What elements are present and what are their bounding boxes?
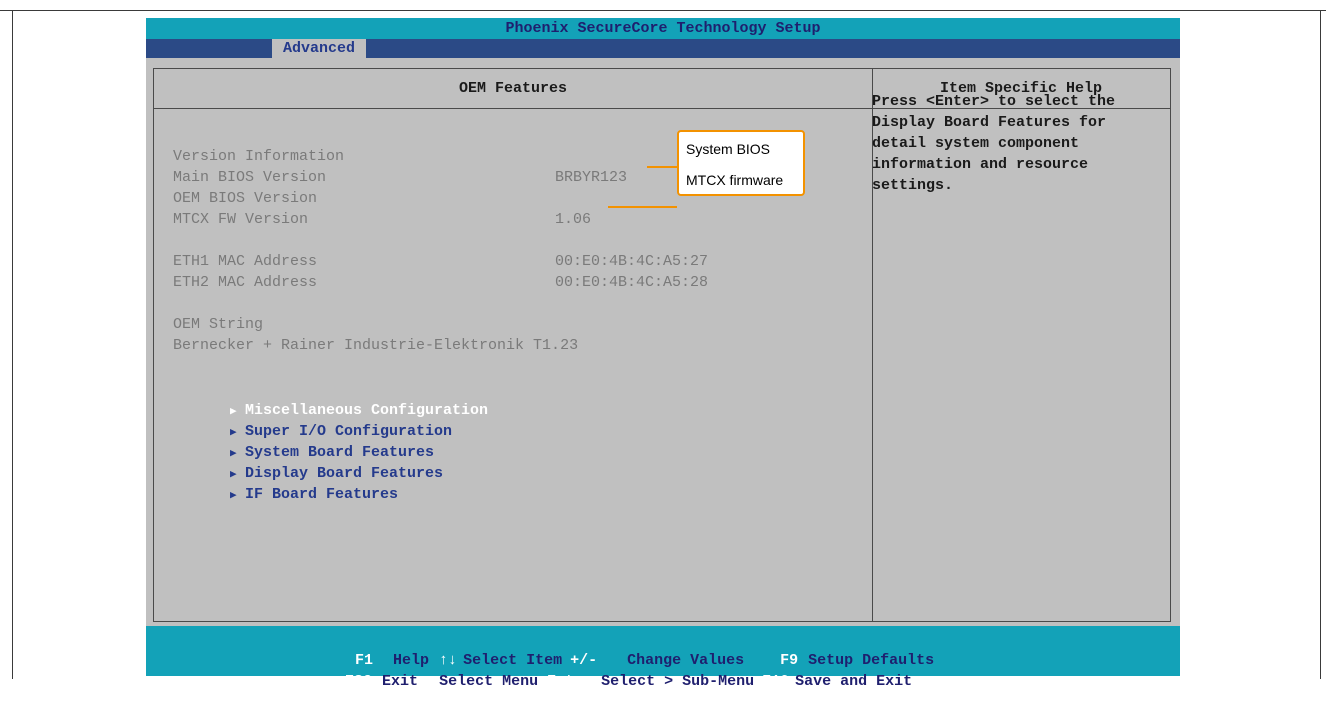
bios-setup-screen: Phoenix SecureCore Technology Setup Adva… xyxy=(146,18,1180,690)
footer-row-2: ESC Exit ↔ Select Menu Enter Select > Sub-Men… xyxy=(146,650,1325,713)
key-arrows-leftright: ↔ xyxy=(426,673,436,690)
version-information-label: Version Information xyxy=(173,148,345,165)
main-bios-version-value: BRBYR123 xyxy=(555,169,628,186)
submenu-if-board-features[interactable]: ▶ IF Board Features xyxy=(158,463,398,528)
key-esc: ESC xyxy=(345,673,373,690)
eth1-mac-label: ETH1 MAC Address xyxy=(173,253,318,270)
eth1-mac-value: 00:E0:4B:4C:A5:27 xyxy=(555,253,709,270)
setup-title: Phoenix SecureCore Technology Setup xyxy=(146,18,1180,39)
page-border-right xyxy=(1320,10,1321,679)
key-f10-desc: Save and Exit xyxy=(795,673,913,690)
mtcx-fw-version-value: 1.06 xyxy=(555,211,592,228)
callout-mtcx-firmware: MTCX firmware xyxy=(686,172,784,188)
page-border-left xyxy=(12,10,13,679)
key-enter-desc: Select > Sub-Menu xyxy=(601,673,755,690)
panel-title: OEM Features xyxy=(154,69,872,109)
key-arrows-leftright-desc: Select Menu xyxy=(439,673,539,690)
annotation-callout: System BIOS MTCX firmware xyxy=(677,130,805,196)
submenu-arrow-icon: ▶ xyxy=(230,490,237,502)
tab-advanced[interactable]: Advanced xyxy=(272,39,366,58)
key-esc-desc: Exit xyxy=(382,673,419,690)
page-border-top xyxy=(0,10,1326,11)
oem-bios-version-label: OEM BIOS Version xyxy=(173,190,318,207)
oem-string-value: Bernecker + Rainer Industrie-Elektronik … xyxy=(173,337,579,354)
eth2-mac-label: ETH2 MAC Address xyxy=(173,274,318,291)
main-bios-version-label: Main BIOS Version xyxy=(173,169,327,186)
mtcx-fw-version-label: MTCX FW Version xyxy=(173,211,309,228)
item-help-text: Press <Enter> to select the Display Boar… xyxy=(872,93,1125,194)
key-f10: F10 xyxy=(762,673,790,690)
key-enter: Enter xyxy=(547,673,593,690)
key-legend-footer: F1 Help ↑↓ Select Item +/- Change Values F9 Set… xyxy=(146,626,1180,690)
callout-leader-system-bios xyxy=(647,166,677,168)
eth2-mac-value: 00:E0:4B:4C:A5:28 xyxy=(555,274,709,291)
menu-bar: Advanced xyxy=(146,39,1180,58)
submenu-label: IF Board Features xyxy=(245,486,399,503)
callout-system-bios: System BIOS xyxy=(686,141,771,157)
callout-leader-mtcx-firmware xyxy=(608,206,677,208)
oem-string-label: OEM String xyxy=(173,316,264,333)
